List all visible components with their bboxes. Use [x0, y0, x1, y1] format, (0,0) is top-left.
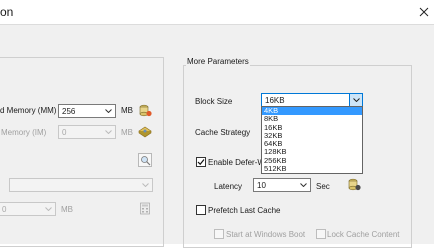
lower-size-value: 0 [2, 205, 7, 214]
start-boot-label: Start at Windows Boot [226, 230, 306, 239]
memory-label: d Memory (MM) [0, 106, 57, 115]
defer-write-label[interactable]: Enable Defer-Wr [208, 158, 267, 167]
block-size-combo[interactable]: 16KB [261, 93, 363, 107]
block-size-option[interactable]: 512KB [262, 164, 362, 173]
latency-value: 10 [257, 181, 266, 190]
memory-unit: MB [121, 106, 133, 115]
lower-size-unit: MB [61, 205, 73, 214]
browse-button[interactable] [138, 153, 152, 167]
database-icon [348, 178, 361, 190]
memory-calc-button[interactable] [138, 103, 152, 117]
block-size-label: Block Size [195, 97, 233, 106]
lock-cache-label: Lock Cache Content [327, 230, 400, 239]
close-icon [419, 7, 429, 17]
device-combo[interactable] [9, 178, 153, 192]
indirect-memory-value: 0 [62, 128, 67, 137]
indirect-memory-button[interactable] [138, 124, 152, 138]
latency-combo[interactable]: 10 [253, 178, 311, 192]
chevron-down-icon [298, 179, 308, 191]
memory-size-combo[interactable]: 256 [58, 104, 116, 118]
prefetch-checkbox[interactable] [196, 205, 206, 215]
indirect-memory-unit: MB [121, 128, 133, 137]
cache-strategy-label: Cache Strategy [195, 128, 251, 137]
close-button[interactable] [414, 0, 434, 24]
magnifier-icon [140, 155, 150, 165]
prefetch-label[interactable]: Prefetch Last Cache [208, 206, 280, 215]
block-size-dropdown[interactable]: 4KB 8KB 16KB 32KB 64KB 128KB 256KB 512KB [261, 106, 363, 175]
indirect-memory-label: Memory (IM) [1, 128, 47, 137]
more-parameters-title: More Parameters [186, 57, 250, 66]
chevron-down-icon [43, 203, 53, 215]
window-title: on [0, 5, 14, 19]
lock-cache-checkbox[interactable] [316, 229, 326, 239]
latency-calc-button[interactable] [347, 177, 361, 191]
start-boot-checkbox[interactable] [214, 229, 224, 239]
lower-calc-button[interactable] [138, 201, 152, 215]
chevron-down-icon [103, 126, 113, 138]
title-bar: on [0, 0, 434, 24]
latency-label: Latency [214, 182, 243, 191]
latency-unit: Sec [316, 182, 330, 191]
disk-icon [138, 126, 152, 137]
defer-write-checkbox[interactable] [196, 157, 206, 167]
chevron-down-icon [349, 94, 362, 106]
chevron-down-icon [103, 105, 113, 117]
calculator-icon [140, 202, 150, 214]
chevron-down-icon [140, 179, 150, 191]
database-icon [139, 104, 152, 116]
block-size-value: 16KB [265, 96, 285, 105]
indirect-memory-combo[interactable]: 0 [58, 125, 116, 139]
memory-size-value: 256 [62, 107, 76, 116]
checkmark-icon [197, 159, 205, 166]
cache-settings-group [0, 57, 164, 247]
lower-size-combo[interactable]: 0 [0, 202, 56, 216]
